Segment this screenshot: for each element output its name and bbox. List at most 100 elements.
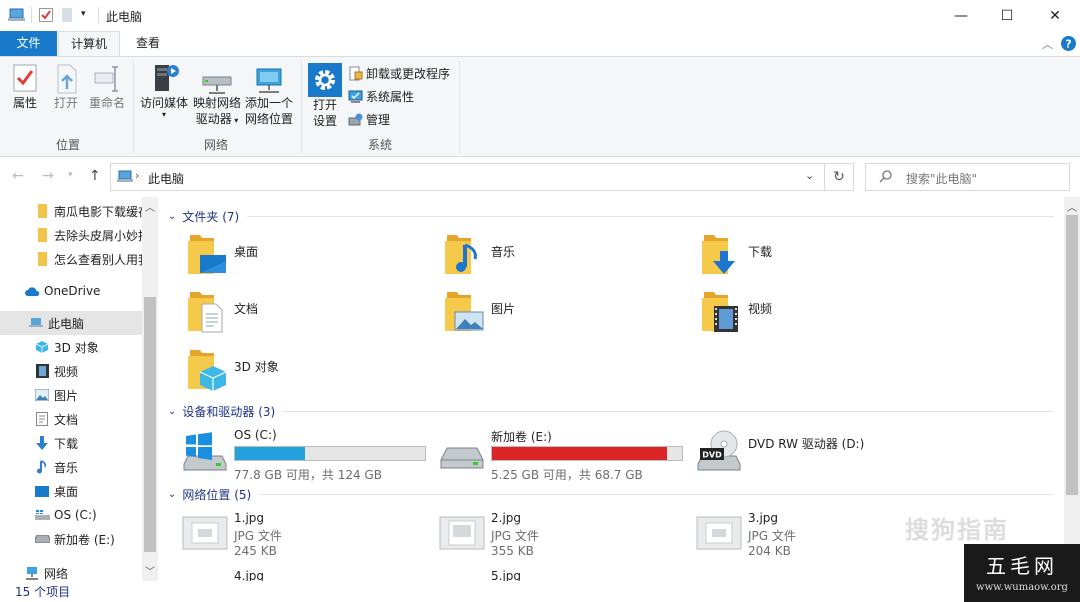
film-icon [34,363,50,379]
nav-item-label: 新加卷 (E:) [54,532,115,547]
breadcrumb[interactable]: 此电脑 [148,170,184,187]
uninstall-program-button[interactable]: 卸载或更改程序 [348,65,450,82]
folder-label: 文档 [234,302,259,316]
file-size: 245 KB [234,544,277,558]
access-media-label: 访问媒体 [139,96,188,110]
folder-music[interactable]: 音乐 [443,233,515,277]
folder-pictures[interactable]: 图片 [443,290,515,334]
network-icon [24,565,40,581]
folder-videos[interactable]: 视频 [700,290,772,334]
forward-arrow-icon[interactable]: → [42,168,54,184]
drive-e[interactable]: 新加卷 (E:) 5.25 GB 可用，共 68.7 GB [439,428,689,482]
content-scroll-thumb[interactable] [1066,215,1078,495]
rename-button[interactable]: 重命名 [87,63,127,111]
folder-desktop[interactable]: 桌面 [186,233,258,277]
nav-item-label: 文档 [54,412,79,427]
nav-item-pictures[interactable]: 图片 [0,383,142,407]
up-arrow-icon[interactable]: ↑ [89,168,101,184]
nav-item-quick-3[interactable]: 怎么查看别人用我 [0,247,142,271]
address-input[interactable]: › 此电脑 ⌄ [110,163,825,191]
ribbon-panel: 属性 打开 重命名 位置 访问媒体 ▾ 映射网络 驱动器 ▾ 添加一个 网络位置… [0,56,1080,157]
nav-item-onedrive[interactable]: OneDrive [0,279,142,303]
properties-button[interactable]: 属性 [9,63,41,111]
cloud-icon [24,283,40,299]
nav-item-quick-1[interactable]: 南瓜电影下载缓存 [0,199,142,223]
nav-item-quick-2[interactable]: 去除头皮屑小妙招 [0,223,142,247]
nav-item-thispc[interactable]: 此电脑 [0,311,142,335]
windows-drive-icon [183,432,227,471]
folder-documents[interactable]: 文档 [186,290,258,334]
collapse-ribbon-icon[interactable]: ︿ [1042,36,1053,52]
recent-locations-chevron-icon[interactable]: ▾ [68,170,73,180]
settings-gear-icon [308,63,342,97]
nav-item-label: 3D 对象 [54,340,99,355]
drive-name: DVD RW 驱动器 (D:) [748,437,865,451]
nav-item-videos[interactable]: 视频 [0,359,142,383]
system-properties-button[interactable]: 系统属性 [348,88,414,105]
watermark-url: www.wumaow.org [976,582,1068,593]
scroll-up-icon[interactable]: ︿ [145,199,155,214]
scroll-up-icon[interactable]: ︿ [1067,199,1077,214]
group-system-label: 系统 [367,138,392,152]
maximize-button[interactable]: ☐ [984,0,1030,31]
properties-quick-icon[interactable] [39,8,53,22]
scroll-down-icon[interactable]: ﹀ [145,563,155,578]
tab-view[interactable]: 查看 [124,31,172,56]
add-network-location-button[interactable]: 添加一个 网络位置 [243,67,295,127]
drive-icon [440,447,484,469]
access-media-button[interactable]: 访问媒体 ▾ [138,61,190,119]
map-drive-button[interactable]: 映射网络 驱动器 ▾ [192,67,242,129]
nav-item-3d-objects[interactable]: 3D 对象 [0,335,142,359]
network-file-5[interactable]: 5.jpg [439,569,689,581]
drive-c[interactable]: OS (C:) 77.8 GB 可用，共 124 GB [182,428,432,482]
nav-scroll-thumb[interactable] [144,297,156,552]
access-media-dropdown-icon: ▾ [161,110,166,119]
customize-qa-chevron-icon[interactable]: ▾ [81,9,86,19]
folder-3d-objects[interactable]: 3D 对象 [186,348,279,392]
search-input[interactable]: 搜索"此电脑" [865,163,1070,191]
network-file-4[interactable]: 4.jpg [182,569,432,581]
manage-button[interactable]: 管理 [348,111,390,128]
nav-item-drive-e[interactable]: 新加卷 (E:) [0,527,142,551]
open-settings-button[interactable]: 打开 设置 [306,63,344,129]
nav-item-desktop[interactable]: 桌面 [0,479,142,503]
network-section-header[interactable]: ⌄ 网络位置 (5) [168,486,1054,503]
nav-item-documents[interactable]: 文档 [0,407,142,431]
address-bar: ← → ▾ ↑ › 此电脑 ⌄ ↻ 搜索"此电脑" [0,158,1080,196]
tab-computer[interactable]: 计算机 [58,31,120,57]
uninstall-label: 卸载或更改程序 [366,67,451,81]
search-placeholder: 搜索"此电脑" [906,172,978,186]
title-bar: ▾ 此电脑 — ☐ ✕ [0,0,1080,31]
manage-label: 管理 [366,113,391,127]
back-arrow-icon[interactable]: ← [12,168,24,184]
nav-scrollbar[interactable]: ︿ ﹀ [142,197,158,581]
nav-item-drive-c[interactable]: OS (C:) [0,503,142,527]
network-file-1[interactable]: 1.jpg JPG 文件 245 KB [182,511,432,561]
nav-item-downloads[interactable]: 下载 [0,431,142,455]
nav-item-label: 图片 [54,388,79,403]
network-file-2[interactable]: 2.jpg JPG 文件 355 KB [439,511,689,561]
address-history-chevron-icon[interactable]: ⌄ [805,169,814,182]
navigation-pane[interactable]: 南瓜电影下载缓存 去除头皮屑小妙招 怎么查看别人用我 OneDrive 此电脑 … [0,197,158,581]
drives-section-header[interactable]: ⌄ 设备和驱动器 (3) [168,403,1054,420]
open-button[interactable]: 打开 [50,63,82,111]
minimize-button[interactable]: — [938,0,984,31]
close-button[interactable]: ✕ [1032,0,1078,31]
refresh-button[interactable]: ↻ [825,163,854,191]
nav-item-network[interactable]: 网络 [0,561,142,581]
folders-section-header[interactable]: ⌄ 文件夹 (7) [168,208,1054,225]
open-settings-label-1: 打开 [312,98,337,112]
folder-icon [34,251,50,267]
nav-item-label: 去除头皮屑小妙招 [54,228,142,243]
nav-item-label: OS (C:) [54,508,97,522]
watermark-ghost-text: 搜狗指南 [905,516,1009,544]
properties-icon [13,64,37,92]
folder-downloads[interactable]: 下载 [700,233,772,277]
nav-item-music[interactable]: 音乐 [0,455,142,479]
desktop-icon [34,483,50,499]
drive-dvd[interactable]: DVD DVD RW 驱动器 (D:) [696,428,946,476]
file-name: 4.jpg [234,569,265,581]
help-icon[interactable]: ? [1061,36,1076,51]
new-folder-quick-icon[interactable] [62,8,72,22]
tab-file[interactable]: 文件 [0,31,57,56]
